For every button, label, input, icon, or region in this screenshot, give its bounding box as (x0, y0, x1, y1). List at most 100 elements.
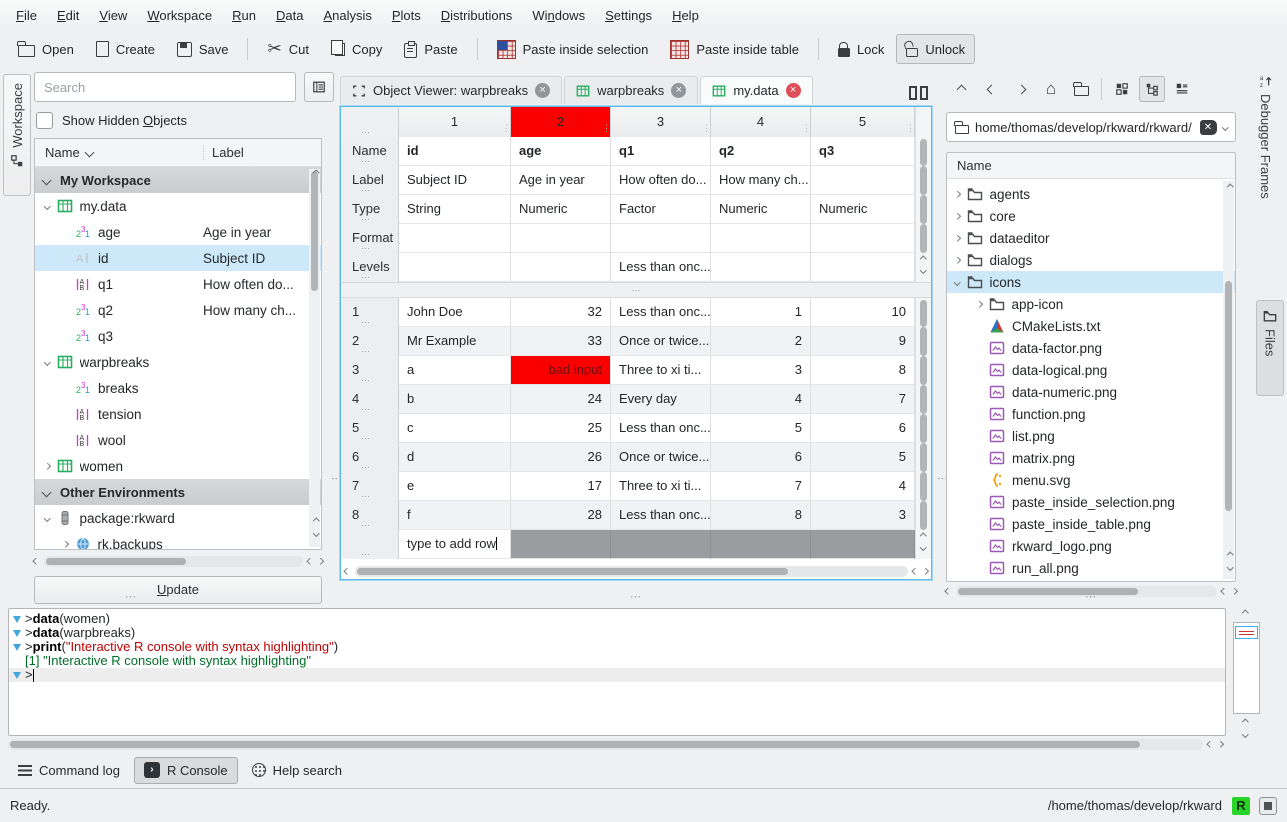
cut-button[interactable]: Cut (257, 34, 318, 64)
chevron-down-icon[interactable] (1222, 124, 1228, 130)
cell[interactable]: 5 (811, 443, 915, 472)
expander-icon[interactable] (954, 279, 960, 285)
fold-marker[interactable] (9, 630, 25, 637)
create-button[interactable]: Create (86, 34, 165, 64)
interrupt-r-button[interactable] (1259, 797, 1277, 815)
clear-icon[interactable]: ✕ (1200, 120, 1217, 135)
cell[interactable]: How often do... (611, 166, 711, 195)
file-item-paste-inside-table[interactable]: paste_inside_table.png (947, 513, 1235, 535)
expander-icon[interactable] (44, 203, 50, 209)
cell[interactable]: 10 (811, 298, 915, 327)
cell[interactable]: Once or twice... (611, 443, 711, 472)
expander-icon[interactable] (954, 235, 960, 241)
scroll-up-icon[interactable] (920, 533, 926, 539)
cell[interactable]: 32 (511, 298, 611, 327)
cell[interactable]: b (399, 385, 511, 414)
update-button[interactable]: Update (34, 576, 322, 604)
section-other-environments[interactable]: Other Environments (35, 479, 321, 505)
cell[interactable] (511, 224, 611, 253)
cell[interactable]: 24 (511, 385, 611, 414)
copy-button[interactable]: Copy (321, 34, 392, 64)
cell[interactable]: age (511, 137, 611, 166)
tab-warpbreaks[interactable]: warpbreaks × (564, 76, 698, 104)
row-number[interactable]: 8 (341, 501, 399, 530)
cell[interactable]: 4 (811, 472, 915, 501)
scroll-down-icon[interactable] (920, 544, 926, 550)
cell[interactable]: Once or twice... (611, 327, 711, 356)
row-number[interactable]: 1 (341, 298, 399, 327)
cell[interactable] (399, 253, 511, 282)
file-item-menu-svg[interactable]: menu.svg (947, 469, 1235, 491)
tree-item-tension[interactable]: AB tension (35, 401, 321, 427)
cell[interactable]: 33 (511, 327, 611, 356)
scroll-left-icon[interactable] (33, 558, 39, 564)
tree-item-age[interactable]: 231 ageAge in year (35, 219, 321, 245)
tab-object-viewer[interactable]: Object Viewer: warpbreaks × (340, 76, 562, 104)
add-row-edit-cell[interactable]: type to add row (399, 530, 511, 559)
menu-edit[interactable]: Edit (47, 4, 89, 27)
file-item-paste-inside-selection[interactable]: paste_inside_selection.png (947, 491, 1235, 513)
expander-icon[interactable] (62, 541, 68, 547)
expander-icon[interactable] (44, 463, 50, 469)
menu-analysis[interactable]: Analysis (313, 4, 381, 27)
cell[interactable]: q2 (711, 137, 811, 166)
cell[interactable]: Age in year (511, 166, 611, 195)
file-item-icons-selected[interactable]: icons (947, 271, 1235, 293)
file-item-rkward-logo[interactable]: rkward_logo.png (947, 535, 1235, 557)
cell[interactable] (511, 530, 611, 559)
cell[interactable] (711, 224, 811, 253)
row-number[interactable]: 7 (341, 472, 399, 501)
r-console-tab[interactable]: ›R Console (134, 757, 238, 784)
tree-item-women[interactable]: women (35, 453, 321, 479)
cell[interactable]: Less than onc... (611, 414, 711, 443)
console-hscrollbar[interactable] (8, 739, 1222, 750)
up-button[interactable] (948, 76, 974, 102)
workspace-vertical-tab[interactable]: Workspace (3, 74, 31, 196)
cell[interactable]: Factor (611, 195, 711, 224)
tree-item-breaks[interactable]: 231 breaks (35, 375, 321, 401)
file-item-matrix[interactable]: matrix.png (947, 447, 1235, 469)
label-column-header[interactable]: Label (203, 145, 321, 160)
cell[interactable]: 8 (811, 356, 915, 385)
cell[interactable]: 2 (711, 327, 811, 356)
home-button[interactable]: ⌂ (1038, 76, 1064, 102)
file-item-data-factor[interactable]: data-factor.png (947, 337, 1235, 359)
bad-input-cell[interactable]: bad input (511, 356, 611, 385)
paste-button[interactable]: Paste (394, 34, 467, 64)
cell[interactable]: 7 (711, 472, 811, 501)
cell[interactable]: 5 (711, 414, 811, 443)
cell[interactable]: q3 (811, 137, 915, 166)
tree-view-button[interactable] (1139, 76, 1165, 102)
scroll-right-icon[interactable] (922, 568, 928, 574)
cell[interactable]: Less than onc... (611, 298, 711, 327)
editor-splitter[interactable]: ⋯ (341, 282, 931, 298)
cell[interactable]: Three to xi ti... (611, 356, 711, 385)
cell[interactable]: Every day (611, 385, 711, 414)
scroll-up-icon[interactable] (920, 256, 926, 262)
cell[interactable]: a (399, 356, 511, 385)
cell[interactable]: 8 (711, 501, 811, 530)
files-vscrollbar[interactable] (1223, 181, 1234, 579)
fold-marker[interactable] (9, 616, 25, 623)
tree-item-q3[interactable]: 231 q3 (35, 323, 321, 349)
sync-folder-button[interactable] (1068, 76, 1094, 102)
scroll-right-icon[interactable] (1231, 588, 1237, 594)
open-button[interactable]: Open (8, 34, 84, 64)
tree-item-mydata[interactable]: my.data (35, 193, 321, 219)
tab-mydata-active[interactable]: my.data × (700, 76, 812, 104)
cell[interactable]: 6 (811, 414, 915, 443)
cell[interactable]: 28 (511, 501, 611, 530)
lock-button[interactable]: Lock (828, 34, 894, 64)
menu-help[interactable]: Help (662, 4, 709, 27)
expander-icon[interactable] (954, 191, 960, 197)
scroll-left-icon[interactable] (945, 588, 951, 594)
row-number[interactable]: 5 (341, 414, 399, 443)
tree-item-wool[interactable]: AB wool (35, 427, 321, 453)
close-icon[interactable]: × (786, 83, 801, 98)
cell[interactable] (811, 253, 915, 282)
file-item-agents[interactable]: agents (947, 183, 1235, 205)
cell[interactable]: c (399, 414, 511, 443)
tree-item-rk-backups[interactable]: rk.backups (35, 531, 321, 550)
console-minimap[interactable] (1233, 622, 1260, 714)
show-hidden-checkbox[interactable] (36, 112, 53, 129)
